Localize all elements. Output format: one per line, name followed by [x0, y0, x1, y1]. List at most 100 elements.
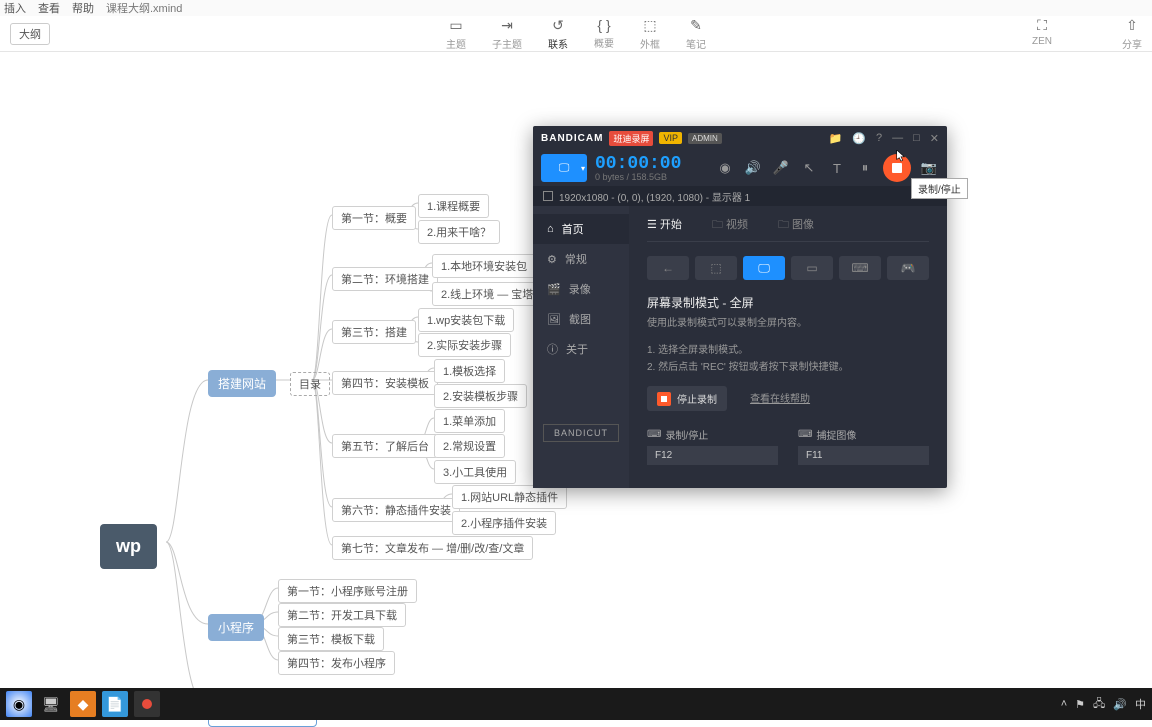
close-icon[interactable]: ✕ [930, 132, 939, 145]
speaker-icon[interactable]: 🔊 [743, 158, 763, 178]
bandicut-button[interactable]: BANDICUT [543, 424, 619, 442]
checkbox[interactable] [543, 191, 553, 201]
node-s7[interactable]: 第七节：文章发布 — 增/删/改/查/文章 [332, 536, 533, 560]
side-home[interactable]: ⌂首页 [533, 214, 629, 244]
node-s6[interactable]: 第六节：静态插件安装 [332, 498, 460, 522]
node-s2b[interactable]: 2.线上环境 — 宝塔 [432, 282, 542, 306]
node-root[interactable]: wp [100, 524, 157, 569]
node-s3b[interactable]: 2.实际安装步骤 [418, 333, 511, 357]
text-icon[interactable]: T [827, 158, 847, 178]
tab-start[interactable]: ☰ 开始 [647, 216, 682, 235]
node-m3[interactable]: 第三节：模板下载 [278, 627, 384, 651]
mode-game[interactable]: 🎮 [887, 256, 929, 280]
node-s1[interactable]: 第一节：概要 [332, 206, 416, 230]
node-s2[interactable]: 第二节：环境搭建 [332, 267, 438, 291]
side-rec[interactable]: 🎬录像 [533, 274, 629, 304]
node-s6b[interactable]: 2.小程序插件安装 [452, 511, 556, 535]
menu-help[interactable]: 帮助 [72, 0, 94, 16]
tb-summary[interactable]: { }概要 [594, 17, 614, 51]
node-s5b[interactable]: 2.常规设置 [434, 434, 505, 458]
app2-icon[interactable]: 📄 [102, 691, 128, 717]
node-s4[interactable]: 第四节：安装模板 [332, 371, 438, 395]
tab-image[interactable]: 🗀 图像 [778, 216, 814, 235]
tb-note[interactable]: ✎笔记 [686, 17, 706, 51]
node-s2a[interactable]: 1.本地环境安装包 [432, 254, 536, 278]
side-shot[interactable]: 🖼截图 [533, 304, 629, 334]
image-icon: 🖼 [547, 313, 561, 326]
minimize-icon[interactable]: — [892, 132, 903, 145]
clock-icon[interactable]: 🕘 [852, 132, 866, 145]
tray-net-icon[interactable]: 🖧 [1093, 695, 1105, 714]
app1-icon[interactable]: ◆ [70, 691, 96, 717]
hotkey1-label: ⌨ 录制/停止 [647, 427, 778, 442]
tooltip: 录制/停止 [911, 178, 968, 199]
tb-relation[interactable]: ↺联系 [548, 17, 568, 51]
hotkey1-value[interactable]: F12 [647, 446, 778, 465]
tray-ime-icon[interactable]: 中 [1135, 696, 1146, 712]
node-s4b[interactable]: 2.安装模板步骤 [434, 384, 527, 408]
mode-device[interactable]: ⌨ [839, 256, 881, 280]
node-s1b[interactable]: 2.用来干啥？ [418, 220, 500, 244]
bc-logo: BANDICAM [541, 133, 603, 144]
node-m2[interactable]: 第二节：开发工具下载 [278, 603, 406, 627]
node-s6a[interactable]: 1.网站URL静态插件 [452, 485, 567, 509]
step2: 2. 然后点击 'REC' 按钮或者按下录制快捷键。 [647, 359, 929, 376]
mode-rect[interactable]: ⬚ [695, 256, 737, 280]
outline-button[interactable]: 大纲 [10, 23, 50, 45]
record-button[interactable] [883, 154, 911, 182]
node-m1[interactable]: 第一节：小程序账号注册 [278, 579, 417, 603]
node-s1a[interactable]: 1.课程概要 [418, 194, 489, 218]
node-branch-site[interactable]: 搭建网站 [208, 370, 276, 397]
node-s5a[interactable]: 1.菜单添加 [434, 409, 505, 433]
mode-screen[interactable]: 🖵 [743, 256, 785, 280]
bc-sidebar: ⌂首页 ⚙常规 🎬录像 🖼截图 ⓘ关于 BANDICUT [533, 206, 629, 488]
bc-sub: 班迪录屏 [609, 131, 653, 146]
chrome-icon[interactable]: ◉ [6, 691, 32, 717]
side-about[interactable]: ⓘ关于 [533, 334, 629, 364]
bc-titlebar[interactable]: BANDICAM 班迪录屏 VIP ADMIN 📁 🕘 ? — □ ✕ [533, 126, 947, 150]
tray-up-icon[interactable]: ˄ [1061, 698, 1067, 710]
subtopic-icon: ⇥ [501, 17, 513, 34]
help-icon[interactable]: ? [876, 132, 882, 145]
camera-icon[interactable]: 📷 [919, 158, 939, 178]
zen-icon: ⛶ [1037, 17, 1047, 34]
side-common[interactable]: ⚙常规 [533, 244, 629, 274]
node-s5c[interactable]: 3.小工具使用 [434, 460, 516, 484]
help-link[interactable]: 查看在线帮助 [750, 394, 810, 405]
tab-video[interactable]: 🗀 视频 [712, 216, 748, 235]
node-branch-mp[interactable]: 小程序 [208, 614, 264, 641]
node-tag[interactable]: 目录 [290, 372, 330, 396]
tb-subtopic[interactable]: ⇥子主题 [492, 17, 522, 51]
cursor-icon[interactable]: ↖ [799, 158, 819, 178]
desktop-icon[interactable]: 🖥 [38, 691, 64, 717]
tb-share[interactable]: ⇧分享 [1122, 17, 1142, 51]
node-s3a[interactable]: 1.wp安装包下载 [418, 308, 514, 332]
timer: 00:00:00 [595, 154, 681, 174]
hotkey2-value[interactable]: F11 [798, 446, 929, 465]
tray-vol-icon[interactable]: 🔊 [1113, 698, 1127, 711]
tb-topic[interactable]: ▭主题 [446, 17, 466, 51]
folder-icon[interactable]: 📁 [829, 132, 843, 145]
node-s4a[interactable]: 1.模板选择 [434, 359, 505, 383]
tray-flag-icon[interactable]: ⚑ [1075, 698, 1085, 711]
menu-insert[interactable]: 插入 [4, 0, 26, 16]
step1: 1. 选择全屏录制模式。 [647, 342, 929, 359]
mode-window[interactable]: ▭ [791, 256, 833, 280]
filename: 课程大纲.xmind [106, 0, 182, 16]
maximize-icon[interactable]: □ [913, 132, 920, 145]
mode-back[interactable]: ← [647, 256, 689, 280]
node-s3[interactable]: 第三节：搭建 [332, 320, 416, 344]
node-s5[interactable]: 第五节：了解后台 [332, 434, 438, 458]
bandicam-window[interactable]: BANDICAM 班迪录屏 VIP ADMIN 📁 🕘 ? — □ ✕ 🖵▾ 0… [533, 126, 947, 488]
gear-icon: ⚙ [547, 253, 557, 266]
mic-icon[interactable]: 🎤 [771, 158, 791, 178]
menu-view[interactable]: 查看 [38, 0, 60, 16]
bandicam-taskbar-icon[interactable] [134, 691, 160, 717]
pause-icon[interactable]: ⏸ [855, 158, 875, 178]
node-m4[interactable]: 第四节：发布小程序 [278, 651, 395, 675]
tb-zen[interactable]: ⛶ZEN [1032, 17, 1052, 51]
webcam-icon[interactable]: ◉ [715, 158, 735, 178]
mode-button[interactable]: 🖵▾ [541, 154, 587, 182]
stop-button[interactable]: 停止录制 [647, 386, 727, 411]
tb-boundary[interactable]: ⬚外框 [640, 17, 660, 51]
